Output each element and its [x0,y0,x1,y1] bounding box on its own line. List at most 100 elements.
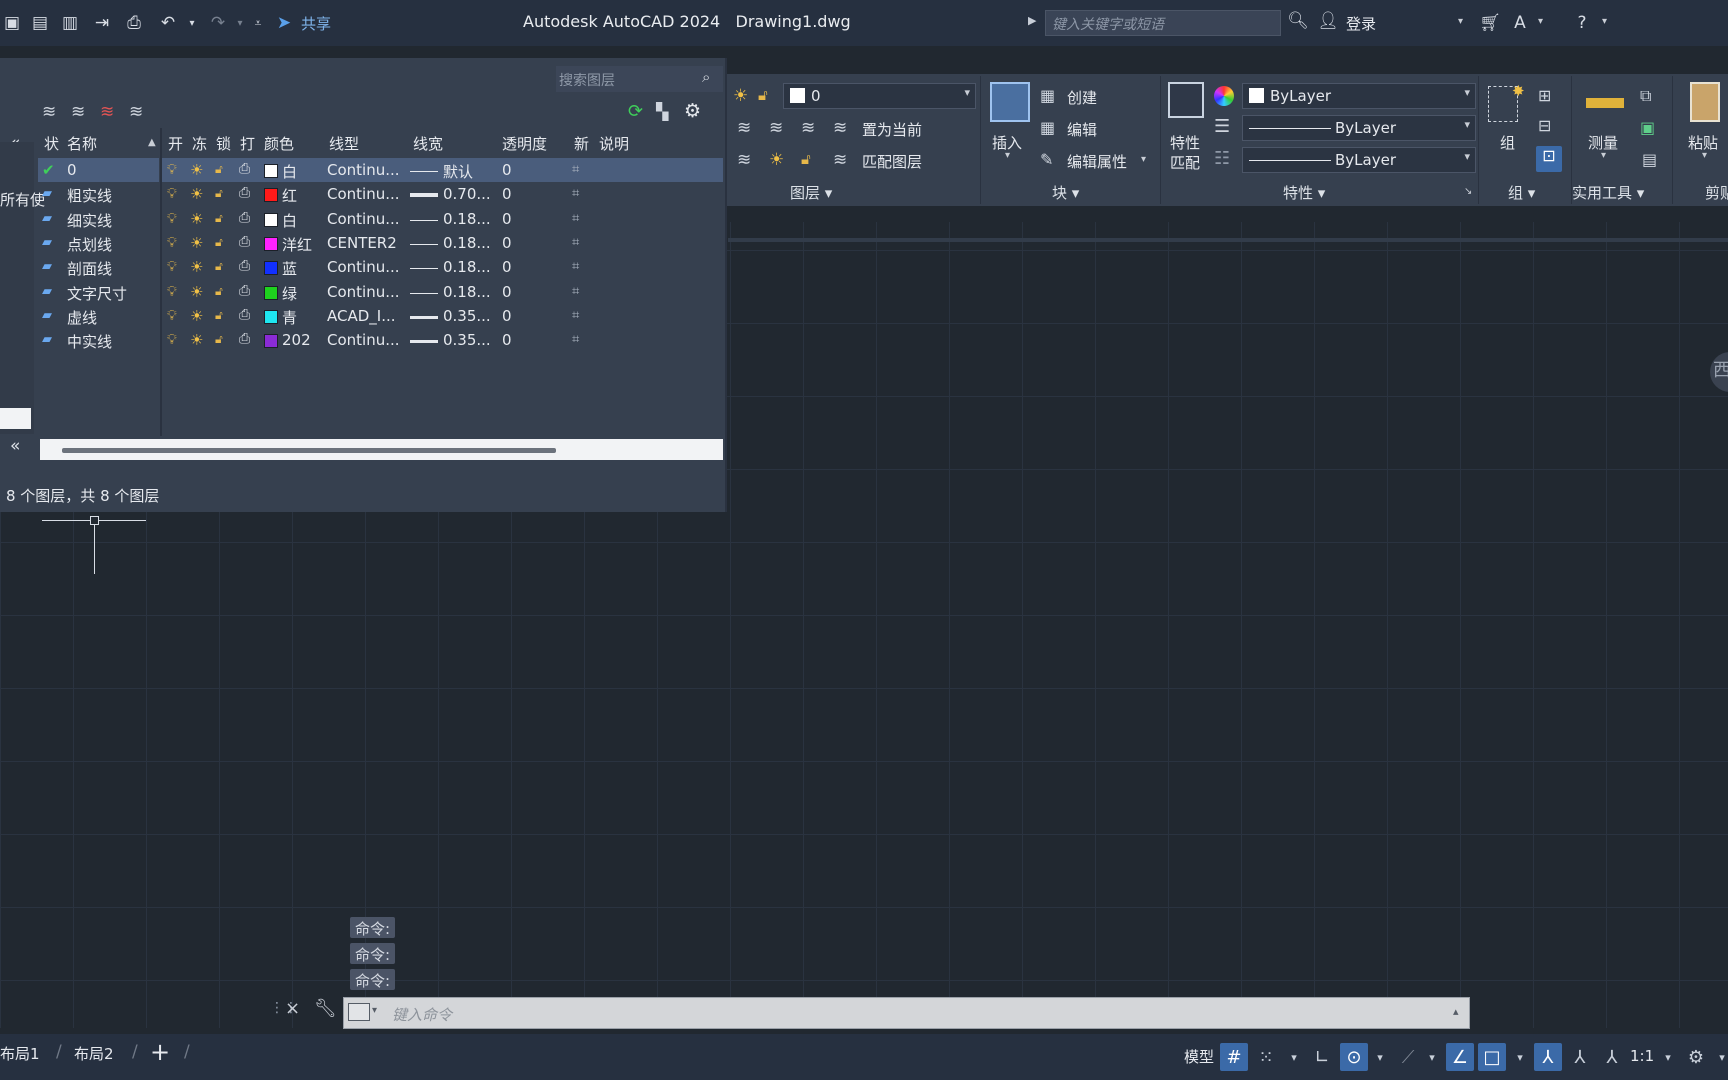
layer-row[interactable]: ▰ 虚线 💡︎ ☀ 🔓︎ ⎙ 青 ACAD_I... 0.35... 0 ⌗ [0,304,723,328]
layer-on-bulb-icon[interactable]: 💡︎ [167,186,177,202]
layer-plot-icon[interactable]: ⎙ [239,307,250,323]
layer-unlocked-icon[interactable]: 🔓︎ [215,332,223,347]
save-as-icon[interactable]: ▤ [28,12,52,34]
user-icon[interactable]: 👤︎ [1316,10,1340,32]
polar-tracking-icon[interactable]: ⊙ [1340,1043,1368,1071]
customize-qat-icon[interactable]: ⩡ [246,12,270,34]
layer-name[interactable]: 0 [67,161,77,179]
match-properties-label-2[interactable]: 匹配 [1170,152,1200,173]
layer-on-bulb-icon[interactable]: 💡︎ [167,308,177,324]
layer-thaw-sun-icon[interactable]: ☀ [190,185,203,203]
polar-dropdown-icon[interactable]: ▾ [1366,1043,1394,1071]
layer-off-icon[interactable]: ≋ [737,150,751,170]
layer-row[interactable]: ▰ 点划线 💡︎ ☀ 🔓︎ ⎙ 洋红 CENTER2 0.18... 0 ⌗ [0,231,723,255]
layer-lock-icon[interactable]: 🔓︎ [758,86,768,104]
layer-transparency[interactable]: 0 [502,234,512,252]
layer-thaw-sun-icon[interactable]: ☀ [190,258,203,276]
tab-layout1[interactable]: 布局1 [0,1043,40,1064]
workspace-dropdown-icon[interactable]: ▾ [1708,1043,1728,1071]
layer-row[interactable]: ▰ 粗实线 💡︎ ☀ 🔓︎ ⎙ 红 Continu... 0.70... 0 ⌗ [0,182,723,206]
col-color[interactable]: 颜色 [264,133,294,154]
layer-name[interactable]: 虚线 [67,307,97,328]
command-history-toggle-icon[interactable]: ▴ [1453,1005,1459,1018]
layer-transparency[interactable]: 0 [502,331,512,349]
edit-block-button[interactable]: 编辑 [1067,119,1097,140]
edit-attributes-dropdown-icon[interactable]: ▾ [1141,154,1146,165]
annotation-visibility-icon[interactable]: ⅄ [1534,1043,1562,1071]
delete-layer-icon[interactable]: ≋ [100,102,114,122]
model-space-button[interactable]: 模型 [1184,1046,1214,1067]
search-icon[interactable]: 🔍︎ [1286,10,1310,32]
layer-linetype[interactable]: Continu... [327,210,400,228]
new-vp-freeze-icon[interactable]: ⌗ [572,308,579,323]
new-vp-freeze-icon[interactable]: ⌗ [572,162,579,177]
layer-name[interactable]: 文字尺寸 [67,283,127,304]
add-layout-icon[interactable]: + [150,1038,170,1066]
a360-dropdown-icon[interactable]: ▾ [1538,16,1543,27]
paste-dropdown-icon[interactable]: ▾ [1702,150,1707,161]
layer-row[interactable]: ▰ 文字尺寸 💡︎ ☀ 🔓︎ ⎙ 绿 Continu... 0.18... 0 ⌗ [0,280,723,304]
set-current-button[interactable]: 置为当前 [862,119,922,140]
layer-lineweight[interactable]: 0.18... [443,210,491,228]
layer-plot-icon[interactable]: ⎙ [239,258,250,274]
layer-row[interactable]: ▰ 中实线 💡︎ ☀ 🔓︎ ⎙ 202 Continu... 0.35... 0 ⌗ [0,328,723,352]
layer-color-name[interactable]: 青 [282,307,297,328]
layer-unlock-icon[interactable]: 🔓︎ [801,150,811,168]
group-selection-toggle-icon[interactable]: ⊡ [1536,146,1562,172]
col-name[interactable]: 名称 [67,133,97,154]
layer-on-bulb-icon[interactable]: 💡︎ [167,332,177,348]
utilities-panel-title[interactable]: 实用工具 ▾ [1572,182,1644,203]
layer-dropdown[interactable]: 0 ▾ [783,83,976,109]
layer-color-swatch[interactable] [264,213,278,227]
layer-linetype[interactable]: Continu... [327,161,400,179]
layer-color-swatch[interactable] [264,334,278,348]
layer-lineweight[interactable]: 0.35... [443,307,491,325]
layer-states-icon[interactable]: ▚ [656,102,668,121]
layer-transparency[interactable]: 0 [502,210,512,228]
redo-icon[interactable]: ↷ [206,12,230,34]
help-dropdown-icon[interactable]: ▾ [1602,16,1607,27]
edit-attributes-icon[interactable]: ✎ [1040,150,1053,169]
col-linetype[interactable]: 线型 [329,133,359,154]
set-current-layer-icon[interactable]: ≋ [129,102,143,122]
new-layer-icon[interactable]: ≋ [42,102,56,122]
autodesk-a-icon[interactable]: A [1508,12,1532,34]
search-icon[interactable]: ⌕ [702,68,710,86]
layer-isolate-icon[interactable]: ≋ [769,118,783,138]
object-snap-icon[interactable]: □ [1478,1043,1506,1071]
layer-linetype[interactable]: Continu... [327,185,400,203]
layer-name[interactable]: 中实线 [67,331,112,352]
customize-command-icon[interactable]: 🔧︎ [314,998,337,1019]
layer-linetype[interactable]: Continu... [327,283,400,301]
quick-select-icon[interactable]: ⧉ [1640,86,1651,106]
layer-on-bulb-icon[interactable]: 💡︎ [167,284,177,300]
layer-color-name[interactable]: 202 [282,331,311,349]
new-vp-freeze-icon[interactable]: ⌗ [572,284,579,299]
layer-name[interactable]: 粗实线 [67,185,112,206]
calculator-icon[interactable]: ▤ [1642,150,1657,169]
layer-row[interactable]: ▰ 细实线 💡︎ ☀ 🔓︎ ⎙ 白 Continu... 0.18... 0 ⌗ [0,207,723,231]
ungroup-icon[interactable]: ⊞ [1538,86,1551,105]
snap-dropdown-icon[interactable]: ▾ [1280,1043,1308,1071]
command-prompt-icon[interactable] [348,1003,370,1021]
snap-icon[interactable]: ⁙ [1252,1043,1280,1071]
layer-freeze-icon[interactable]: ☀ [769,150,784,170]
match-properties-icon[interactable] [1168,82,1204,118]
workspace-gear-icon[interactable]: ⚙ [1682,1043,1710,1071]
col-freeze[interactable]: 冻 [192,133,207,154]
recent-commands-dropdown-icon[interactable]: ▾ [372,1005,377,1016]
share-button[interactable]: 共享 [301,13,331,34]
layer-color-swatch[interactable] [264,310,278,324]
select-all-icon[interactable]: ▣ [1640,118,1655,137]
layer-unlocked-icon[interactable]: 🔓︎ [215,211,223,226]
linetype-icon[interactable]: ☷ [1214,148,1230,169]
layer-transparency[interactable]: 0 [502,283,512,301]
color-wheel-icon[interactable] [1214,86,1234,106]
match-layer-icon[interactable]: ≋ [833,150,847,170]
col-status[interactable]: 状 [44,133,59,154]
layer-thaw-sun-icon[interactable]: ☀ [190,210,203,228]
undo-dropdown-icon[interactable]: ▾ [180,12,204,34]
layer-color-name[interactable]: 红 [282,185,297,206]
hscroll-thumb[interactable] [62,448,556,453]
tab-layout2[interactable]: 布局2 [74,1043,114,1064]
